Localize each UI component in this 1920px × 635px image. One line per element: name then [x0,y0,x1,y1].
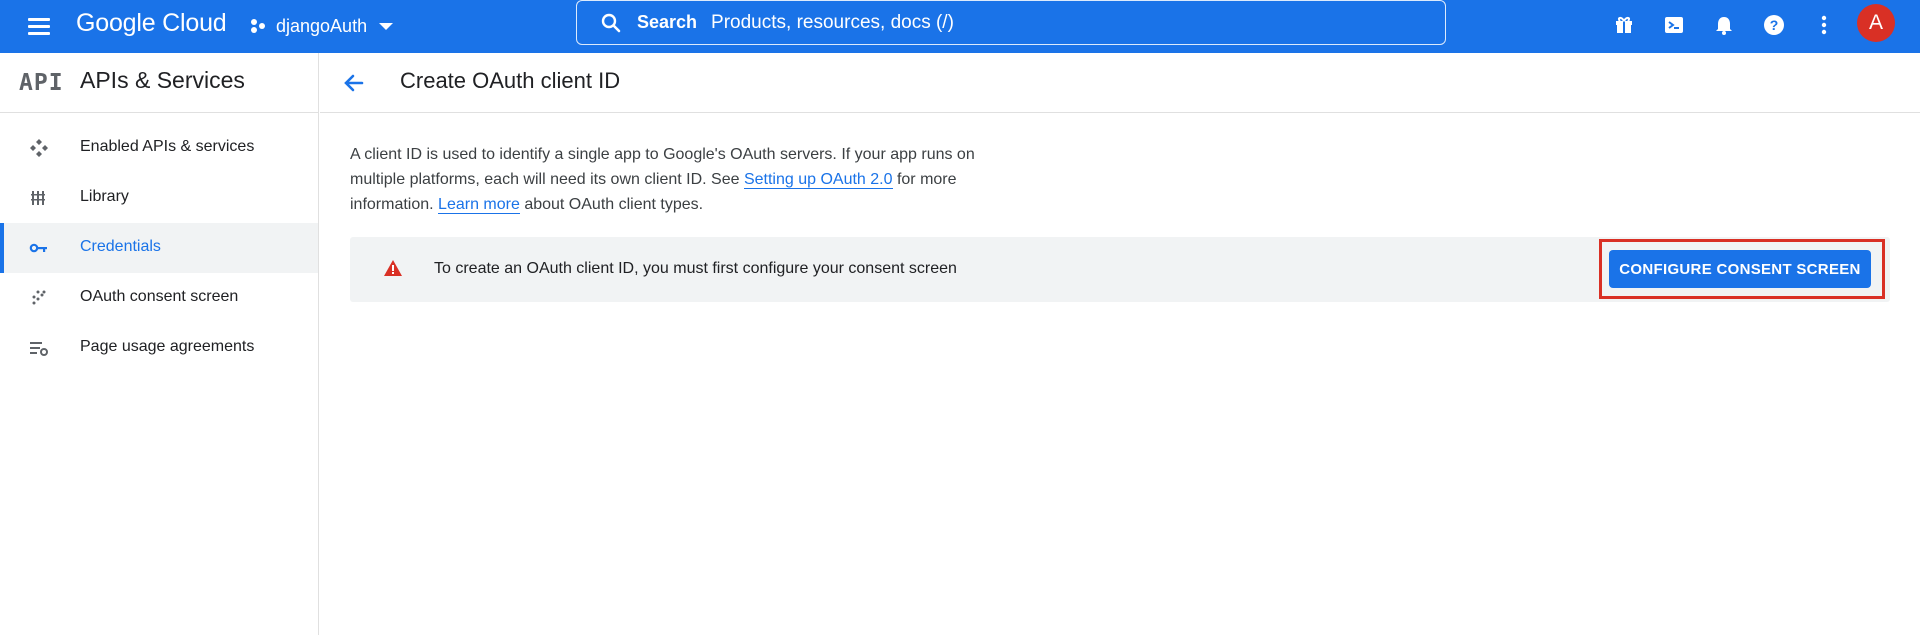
sidebar-item-page-usage[interactable]: Page usage agreements [0,323,318,373]
page-description: A client ID is used to identify a single… [350,142,1010,217]
avatar[interactable]: A [1857,4,1895,42]
key-icon [29,238,49,258]
project-selector[interactable]: djangoAuth [250,11,394,41]
sidebar-item-enabled-apis[interactable]: Enabled APIs & services [0,123,318,173]
gift-icon[interactable] [1611,12,1637,38]
apis-icon [29,138,49,158]
alert-message: To create an OAuth client ID, you must f… [434,260,957,277]
page-header: Create OAuth client ID [320,53,1920,113]
sidebar-item-label: Library [80,188,129,205]
search-icon [601,13,621,32]
sidebar-item-label: Page usage agreements [80,338,255,355]
search-placeholder: Products, resources, docs (/) [711,11,954,33]
bell-icon[interactable] [1711,12,1737,38]
learn-more-link[interactable]: Learn more [438,196,520,214]
terminal-icon[interactable] [1661,12,1687,38]
search-bar[interactable]: Search Products, resources, docs (/) [576,0,1446,45]
sidebar-item-label: OAuth consent screen [80,288,239,305]
project-icon [251,19,265,33]
menu-icon[interactable] [26,14,52,38]
page-title: Create OAuth client ID [400,68,621,93]
sidebar-title: APIs & Services [80,67,245,93]
sidebar-header: API APIs & Services [0,53,319,113]
back-arrow-icon[interactable] [340,69,368,97]
library-icon [29,188,49,208]
sidebar-item-label: Credentials [80,238,161,255]
setting-up-oauth-link[interactable]: Setting up OAuth 2.0 [743,171,893,189]
consent-icon [29,288,49,308]
sidebar-item-library[interactable]: Library [0,173,318,223]
search-label: Search [637,12,698,32]
description-text: about OAuth client types. [519,196,704,213]
sidebar-item-label: Enabled APIs & services [80,138,255,155]
svg-text:?: ? [1770,17,1779,33]
consent-screen-alert: To create an OAuth client ID, you must f… [350,237,1890,302]
chevron-down-icon [379,22,394,30]
settings-list-icon [29,338,49,358]
warning-icon [384,260,402,276]
api-logo: API [19,70,64,96]
google-cloud-logo[interactable]: Google Cloud [76,9,227,38]
sidebar-item-oauth-consent[interactable]: OAuth consent screen [0,273,318,323]
more-vert-icon[interactable] [1811,12,1837,38]
project-name: djangoAuth [276,15,368,36]
sidebar-item-credentials[interactable]: Credentials [0,223,318,273]
top-bar: Google Cloud djangoAuth Search Products,… [0,0,1920,53]
sidebar: API APIs & Services Enabled APIs & servi… [0,53,319,635]
help-icon[interactable]: ? [1761,12,1787,38]
configure-consent-screen-button[interactable]: CONFIGURE CONSENT SCREEN [1609,250,1871,288]
